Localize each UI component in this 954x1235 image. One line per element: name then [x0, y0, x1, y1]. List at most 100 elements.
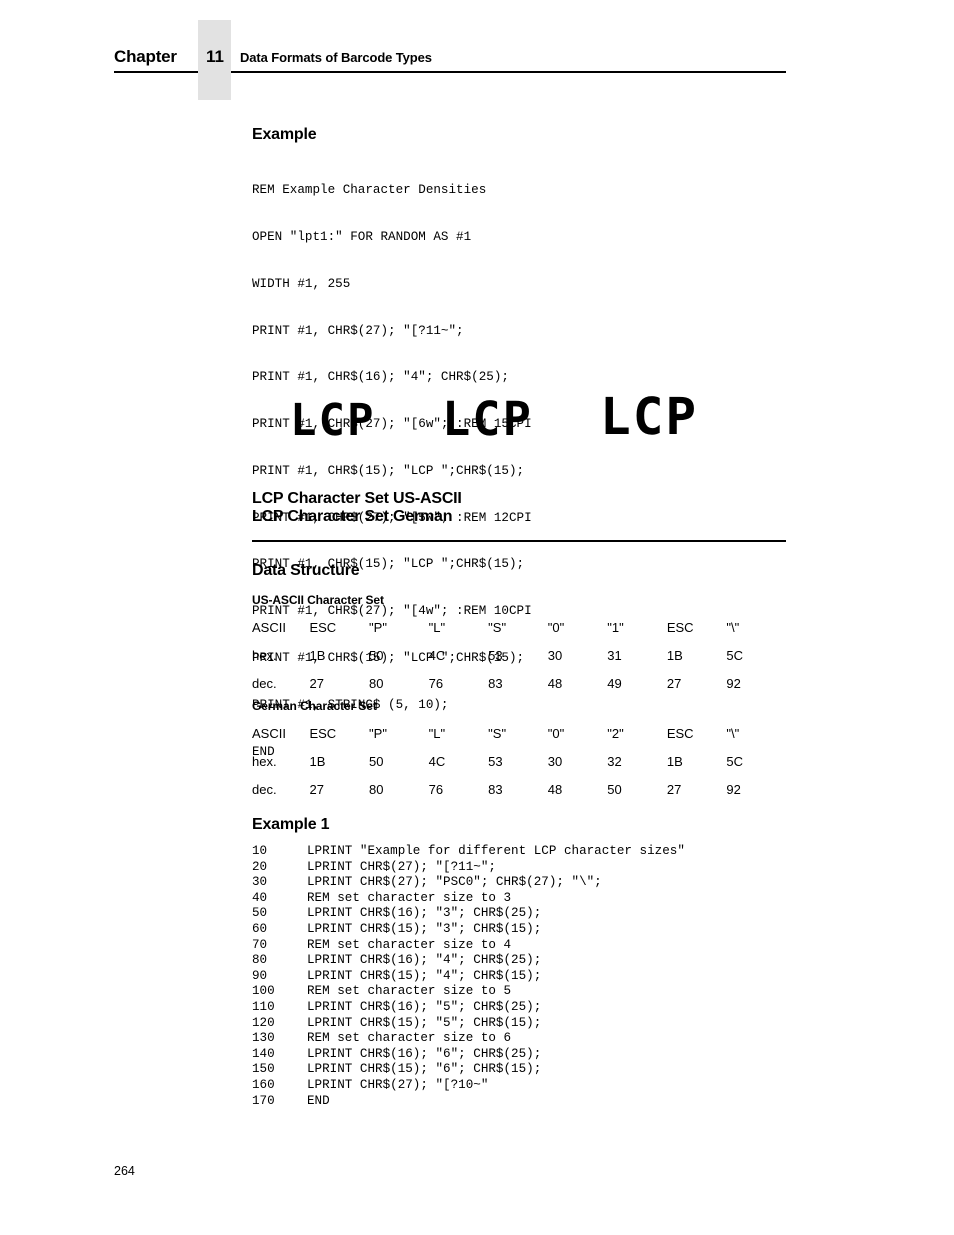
row-label: hex.: [252, 753, 277, 769]
table-cell: 27: [309, 675, 324, 691]
listing-line-code: LPRINT CHR$(15); "4"; CHR$(15);: [307, 968, 542, 983]
row-label: dec.: [252, 675, 277, 691]
table-cell: 32: [607, 753, 622, 769]
section-title-line-2: LCP Character Set German: [252, 507, 453, 525]
listing-line-code: REM set character size to 5: [307, 984, 512, 999]
table-cell: 30: [547, 753, 563, 769]
listing-line-code: LPRINT CHR$(16); "4"; CHR$(25);: [307, 953, 542, 968]
listing-line-number: 150: [252, 1062, 275, 1077]
table-cell: 27: [666, 675, 682, 691]
table-cell: 5C: [726, 753, 744, 769]
row-label: ASCII: [252, 619, 286, 635]
lcp-print-sample: LCP LCP LCP: [252, 385, 786, 460]
listing-line-number: 40: [252, 890, 268, 905]
us-ascii-table-caption-block: US-ASCII Character Set: [252, 593, 786, 607]
listing-line-number: 60: [252, 921, 268, 936]
table-cell: 4C: [428, 753, 446, 769]
example-heading: Example: [252, 126, 317, 143]
table-cell: "\": [726, 725, 740, 741]
header-rule-left: [114, 71, 198, 73]
code-line: WIDTH #1, 255: [252, 276, 351, 291]
listing-line: 60 LPRINT CHR$(15); "3"; CHR$(15);: [252, 922, 786, 938]
example1-heading: Example 1: [252, 816, 330, 833]
table-cell: 50: [369, 647, 384, 663]
chapter-number: 11: [206, 47, 224, 66]
listing-line: 40 REM set character size to 3: [252, 891, 786, 907]
chapter-label: Chapter: [114, 47, 177, 66]
us-ascii-character-set-caption: US-ASCII Character Set: [252, 593, 384, 607]
table-cell: 80: [369, 781, 384, 797]
page-number: 264: [114, 1164, 135, 1178]
listing-line-code: LPRINT CHR$(16); "5"; CHR$(25);: [307, 999, 542, 1014]
table-cell: 48: [547, 675, 563, 691]
table-cell: 48: [547, 781, 563, 797]
section-title-rule: [252, 540, 786, 542]
table-cell: "P": [369, 725, 387, 741]
table-cell: 30: [547, 647, 563, 663]
listing-line-code: REM set character size to 3: [307, 890, 512, 905]
row-label: dec.: [252, 781, 277, 797]
table-cell: 92: [726, 781, 741, 797]
running-header: Chapter 11 Data Formats of Barcode Types: [0, 20, 954, 110]
listing-line-number: 140: [252, 1046, 275, 1061]
table-cell: 27: [666, 781, 682, 797]
listing-line-number: 100: [252, 984, 275, 999]
listing-line-number: 130: [252, 1031, 275, 1046]
listing-line-code: END: [307, 1093, 330, 1108]
lcp-sample-word-12cpi: LCP: [442, 392, 533, 447]
example1-heading-block: Example 1: [252, 816, 786, 834]
table-cell: "0": [547, 725, 565, 741]
row-label: hex.: [252, 647, 277, 663]
table-cell: 50: [607, 781, 622, 797]
table-cell: "1": [607, 619, 624, 635]
table-cell: ESC: [309, 619, 337, 635]
german-character-set-table-wrap: ASCII ESC "P" "L" "S" "0" "2" ESC "\" he…: [252, 719, 786, 803]
example-heading-block: Example: [252, 126, 786, 144]
header-rule-right: [231, 71, 786, 73]
table-cell: "\": [726, 619, 740, 635]
table-row: ASCII ESC "P" "L" "S" "0" "1" ESC "\": [252, 613, 786, 641]
listing-line: 160 LPRINT CHR$(27); "[?10~": [252, 1078, 786, 1094]
listing-line-code: LPRINT "Example for different LCP charac…: [307, 844, 685, 858]
table-row: dec. 27 80 76 83 48 49 27 92: [252, 669, 786, 697]
table-cell: 49: [607, 675, 622, 691]
table-row: ASCII ESC "P" "L" "S" "0" "2" ESC "\": [252, 719, 786, 747]
table-cell: 76: [428, 675, 444, 691]
table-cell: 31: [607, 647, 622, 663]
listing-line-code: REM set character size to 4: [307, 937, 512, 952]
listing-line-code: LPRINT CHR$(16); "6"; CHR$(25);: [307, 1046, 542, 1061]
listing-line-code: LPRINT CHR$(27); "[?10~": [307, 1077, 489, 1092]
listing-line-number: 160: [252, 1077, 275, 1092]
listing-line-number: 110: [252, 999, 275, 1014]
table-cell: 83: [488, 781, 503, 797]
listing-line: 130 REM set character size to 6: [252, 1031, 786, 1047]
table-cell: 76: [428, 781, 444, 797]
row-label: ASCII: [252, 725, 286, 741]
listing-line: 70 REM set character size to 4: [252, 938, 786, 954]
table-cell: 80: [369, 675, 384, 691]
table-cell: "L": [428, 619, 446, 635]
table-cell: 1B: [666, 753, 683, 769]
section-title-block: LCP Character Set US-ASCII LCP Character…: [252, 490, 786, 526]
table-cell: ESC: [666, 619, 694, 635]
table-row: dec. 27 80 76 83 48 50 27 92: [252, 775, 786, 803]
table-cell: ESC: [666, 725, 694, 741]
listing-line: 120 LPRINT CHR$(15); "5"; CHR$(15);: [252, 1016, 786, 1032]
listing-line-number: 120: [252, 1015, 275, 1030]
listing-line-number: 90: [252, 968, 268, 983]
table-cell: "2": [607, 725, 624, 741]
table-cell: 53: [488, 753, 503, 769]
listing-line: 80 LPRINT CHR$(16); "4"; CHR$(25);: [252, 953, 786, 969]
table-cell: 27: [309, 781, 324, 797]
us-ascii-character-set-table-wrap: ASCII ESC "P" "L" "S" "0" "1" ESC "\" he…: [252, 613, 786, 697]
listing-line: 100 REM set character size to 5: [252, 984, 786, 1000]
listing-line: 150 LPRINT CHR$(15); "6"; CHR$(15);: [252, 1062, 786, 1078]
listing-line-code: REM set character size to 6: [307, 1031, 512, 1046]
german-character-set-caption: German Character Set: [252, 699, 377, 713]
listing-line-number: 70: [252, 937, 268, 952]
listing-line-code: LPRINT CHR$(27); "[?11~";: [307, 859, 496, 874]
listing-line-number: 170: [252, 1093, 275, 1108]
table-cell: "P": [369, 619, 387, 635]
data-structure-heading: Data Structure: [252, 562, 360, 579]
listing-line: 110 LPRINT CHR$(16); "5"; CHR$(25);: [252, 1000, 786, 1016]
